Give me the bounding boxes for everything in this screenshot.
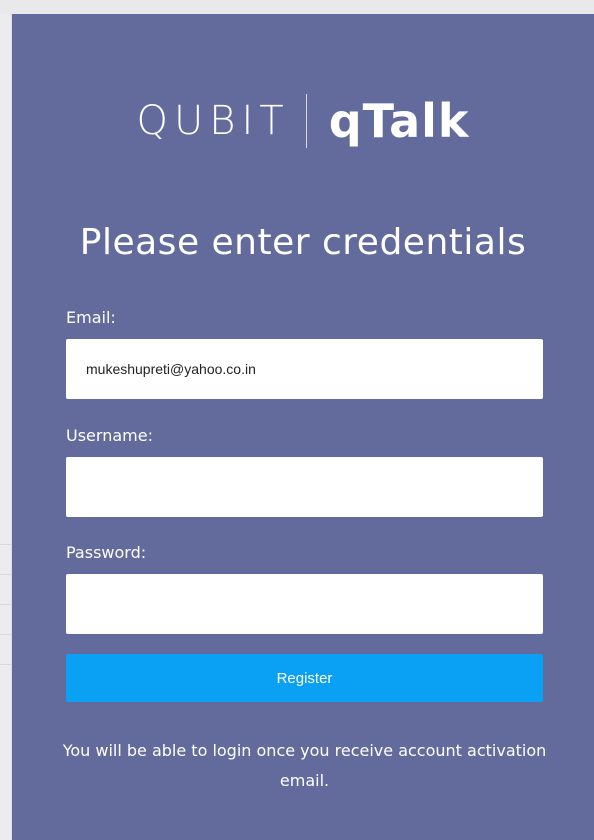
registration-panel: QUBIT qTalk Please enter credentials Ema… — [12, 14, 594, 840]
username-field[interactable] — [66, 457, 543, 517]
email-label: Email: — [66, 308, 116, 327]
edge-tick — [0, 634, 12, 635]
brand-logo-text: QUBIT — [136, 98, 290, 144]
username-label: Username: — [66, 426, 153, 445]
activation-note: You will be able to login once you recei… — [62, 741, 547, 790]
register-button[interactable]: Register — [66, 654, 543, 702]
edge-tick — [0, 544, 12, 545]
logo-divider — [305, 94, 307, 148]
page-title: Please enter credentials — [79, 222, 527, 263]
edge-tick — [0, 574, 12, 575]
password-label: Password: — [66, 543, 147, 562]
email-field[interactable] — [66, 339, 543, 399]
edge-tick — [0, 664, 12, 665]
logo: QUBIT qTalk — [12, 94, 594, 148]
edge-tick — [0, 604, 12, 605]
top-strip — [0, 0, 594, 14]
left-edge — [0, 14, 12, 840]
product-logo-text: qTalk — [328, 94, 470, 148]
password-field[interactable] — [66, 574, 543, 634]
